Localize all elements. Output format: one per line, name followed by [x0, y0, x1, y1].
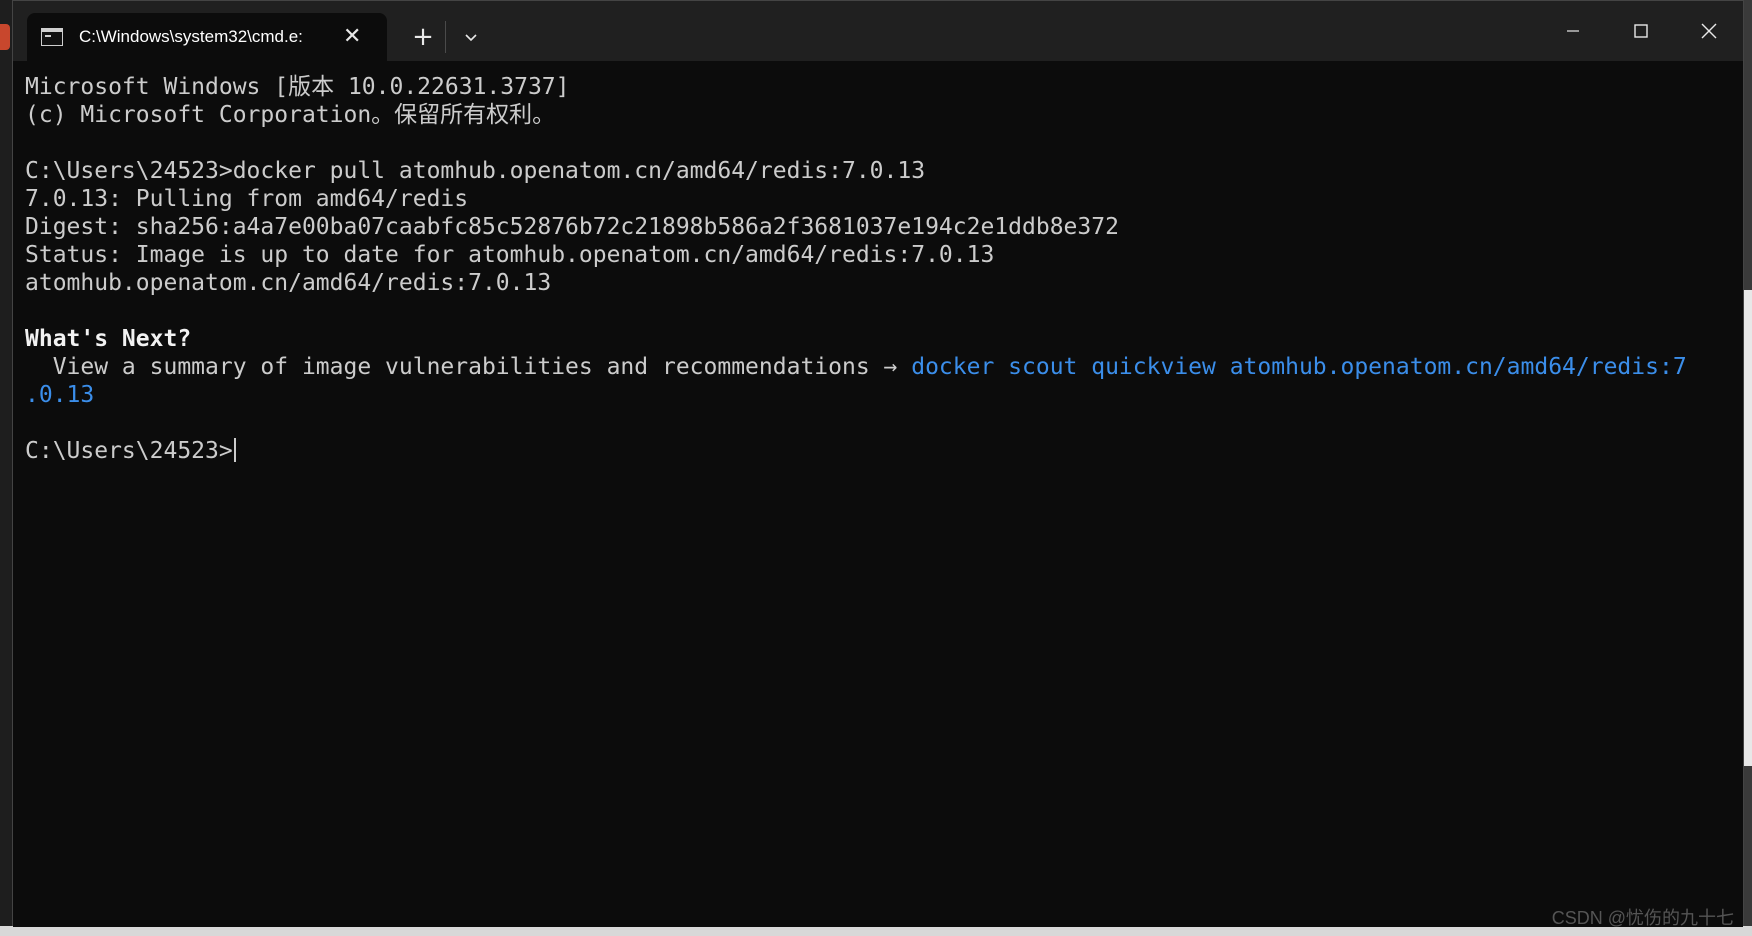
close-icon[interactable]: ✕ — [343, 26, 361, 48]
background-app-edge-right — [1744, 0, 1752, 936]
scout-command-link[interactable]: docker scout quickview atomhub.openatom.… — [911, 354, 1686, 380]
maximize-button[interactable] — [1607, 1, 1675, 61]
background-app-edge-bottom — [0, 926, 1752, 936]
terminal-line: C:\Users\24523>docker pull atomhub.opena… — [25, 158, 926, 184]
close-window-button[interactable] — [1675, 1, 1743, 61]
maximize-icon — [1634, 24, 1648, 38]
new-tab-button[interactable]: + — [405, 19, 441, 55]
text-cursor — [233, 438, 236, 462]
minimize-button[interactable] — [1539, 1, 1607, 61]
title-bar[interactable]: C:\Windows\system32\cmd.e: ✕ + — [13, 1, 1743, 61]
scout-command-link-continuation[interactable]: .0.13 — [25, 382, 94, 408]
tab-cmd[interactable]: C:\Windows\system32\cmd.e: ✕ — [27, 13, 387, 61]
tab-title: C:\Windows\system32\cmd.e: — [79, 27, 303, 46]
terminal-icon — [41, 28, 63, 46]
prompt: C:\Users\24523> — [25, 438, 233, 464]
plus-icon: + — [412, 22, 434, 52]
terminal-window: C:\Windows\system32\cmd.e: ✕ + Microsoft… — [12, 0, 1744, 927]
recommendation-line: View a summary of image vulnerabilities … — [25, 353, 1743, 381]
terminal-line: (c) Microsoft Corporation。保留所有权利。 — [25, 102, 556, 128]
minimize-icon — [1567, 30, 1579, 32]
recommendation-text: View a summary of image vulnerabilities … — [25, 354, 912, 380]
background-app-icon — [0, 24, 10, 50]
chevron-down-icon — [465, 34, 477, 42]
prompt-line[interactable]: C:\Users\24523> — [25, 437, 1743, 465]
terminal-line: Digest: sha256:a4a7e00ba07caabfc85c52876… — [25, 214, 1119, 240]
divider — [445, 21, 446, 53]
whats-next-heading: What's Next? — [25, 326, 192, 352]
terminal-output[interactable]: Microsoft Windows [版本 10.0.22631.3737] (… — [13, 61, 1743, 927]
tab-dropdown-button[interactable] — [453, 19, 489, 55]
recommendation-line-wrap: .0.13 — [25, 381, 1743, 409]
background-app-edge-left — [0, 0, 12, 936]
close-icon — [1701, 23, 1717, 39]
terminal-line: 7.0.13: Pulling from amd64/redis — [25, 186, 469, 212]
terminal-line: atomhub.openatom.cn/amd64/redis:7.0.13 — [25, 270, 552, 296]
terminal-line: Status: Image is up to date for atomhub.… — [25, 242, 995, 268]
terminal-line: Microsoft Windows [版本 10.0.22631.3737] — [25, 74, 570, 100]
background-app-panel — [1744, 290, 1752, 766]
watermark: CSDN @忧伤的九十七 — [1551, 908, 1734, 928]
